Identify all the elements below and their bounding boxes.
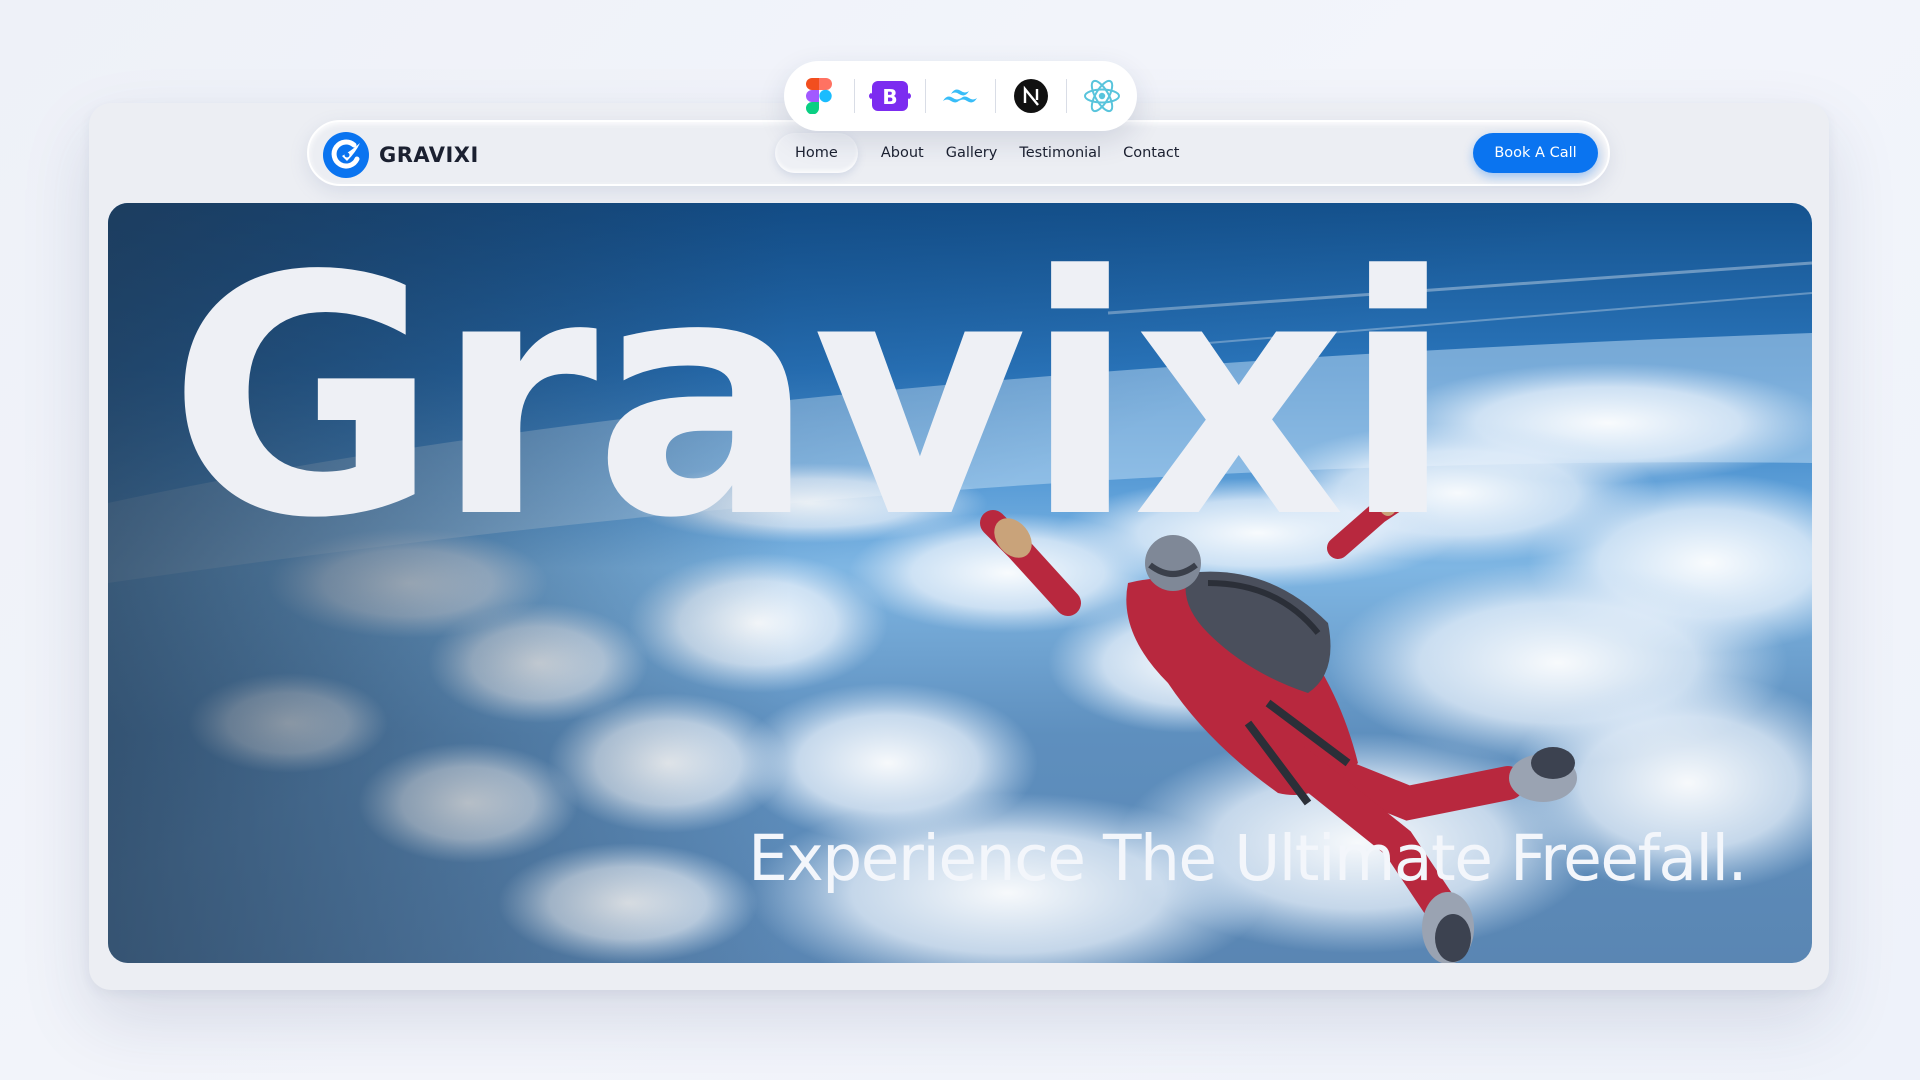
nav-item-testimonial[interactable]: Testimonial bbox=[1008, 133, 1112, 173]
divider bbox=[853, 79, 855, 113]
react-icon bbox=[1081, 75, 1123, 117]
nav-item-contact[interactable]: Contact bbox=[1112, 133, 1190, 173]
nav-item-home[interactable]: Home bbox=[775, 133, 858, 173]
brand-logo[interactable]: GRAVIXI bbox=[323, 132, 479, 178]
nav-item-about[interactable]: About bbox=[870, 133, 935, 173]
tailwind-icon bbox=[939, 75, 981, 117]
svg-text:B: B bbox=[882, 85, 897, 109]
tech-stack-bar: B bbox=[784, 61, 1137, 131]
divider bbox=[995, 79, 997, 113]
nav-item-gallery[interactable]: Gallery bbox=[935, 133, 1009, 173]
book-a-call-button[interactable]: Book A Call bbox=[1473, 133, 1598, 173]
hero-section: Gravixi Experience The Ultimate Freefall… bbox=[108, 203, 1812, 963]
nextjs-icon bbox=[1010, 75, 1052, 117]
hero-tagline: Experience The Ultimate Freefall. bbox=[748, 822, 1747, 895]
hero-title: Gravixi bbox=[168, 206, 1454, 590]
figma-icon bbox=[798, 75, 840, 117]
gravixi-logo-icon bbox=[323, 132, 369, 178]
brand-name: GRAVIXI bbox=[379, 143, 479, 167]
bootstrap-icon: B bbox=[868, 75, 911, 117]
nav-links: Home About Gallery Testimonial Contact bbox=[775, 133, 1191, 173]
divider bbox=[1066, 79, 1068, 113]
divider bbox=[924, 79, 926, 113]
